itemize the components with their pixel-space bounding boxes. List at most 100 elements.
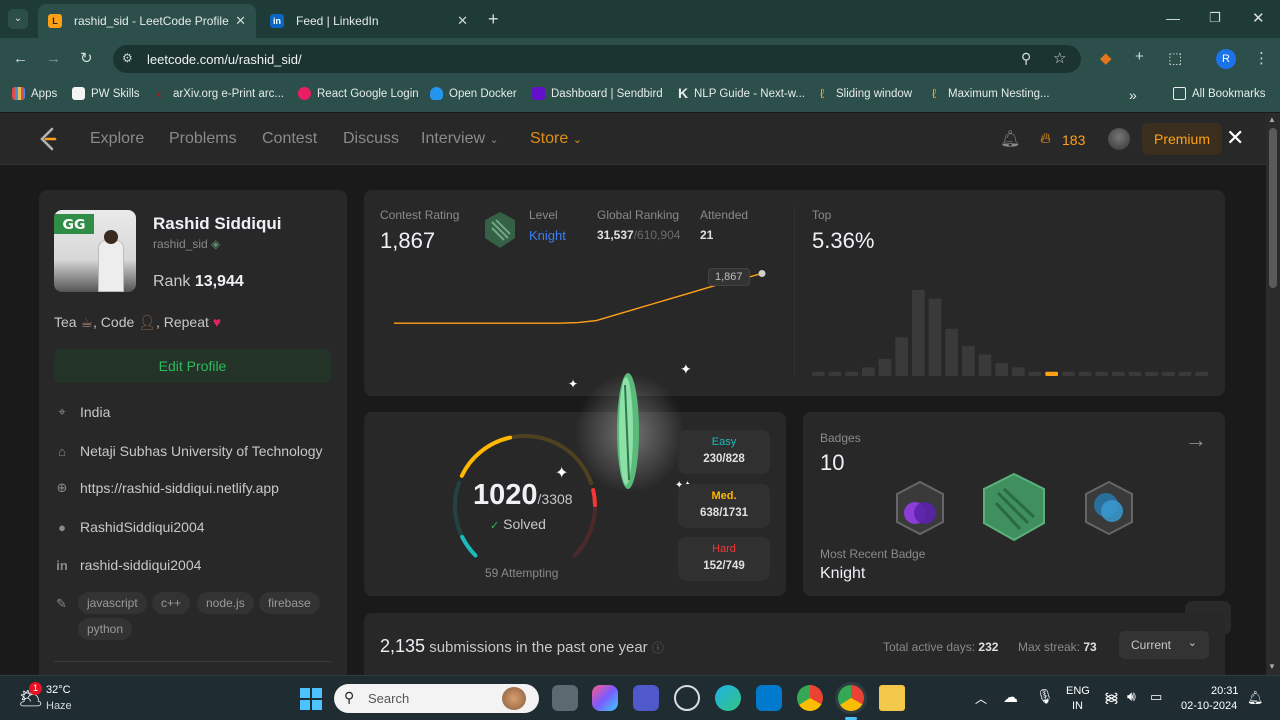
scroll-down-icon[interactable]: ▼ (1268, 662, 1276, 671)
close-tab-icon[interactable]: ✕ (457, 13, 468, 29)
profile-bio: Tea ☕, Code 👤︎, Repeat ♥ (54, 314, 222, 330)
reload-icon[interactable]: ↻ (80, 49, 93, 67)
weather-text[interactable]: Haze (46, 700, 72, 712)
histogram-bar (1112, 371, 1125, 376)
skill-chip[interactable]: c++ (152, 592, 191, 614)
scrollbar-thumb[interactable] (1269, 128, 1277, 288)
extensions-icon[interactable]: ⬚ (1168, 49, 1182, 67)
chrome-active-icon[interactable] (838, 685, 864, 711)
tab-linkedin[interactable]: in Feed | LinkedIn ✕ (260, 4, 478, 38)
bookmark-pw-skills[interactable]: PW Skills (72, 87, 140, 100)
weather-temp[interactable]: 32°C (46, 684, 71, 696)
clock-date[interactable]: 02-10-2024 (1181, 700, 1237, 712)
profile-avatar[interactable]: R (1216, 49, 1236, 69)
close-icon[interactable]: ✕ (1226, 125, 1244, 151)
bookmark-open-docker[interactable]: Open Docker (430, 87, 517, 100)
bookmark-star-icon[interactable]: ☆ (1053, 49, 1066, 67)
divider (794, 206, 795, 376)
onedrive-icon[interactable]: ☁ (1003, 688, 1018, 706)
github-row[interactable]: ● RashidSiddiqui2004 (54, 519, 204, 535)
teams-icon[interactable] (633, 685, 659, 711)
taskbar-search[interactable]: ⚲ Search (334, 684, 539, 713)
menu-icon[interactable]: ⋮ (1254, 49, 1269, 67)
histogram-bar (995, 363, 1008, 376)
react-login-icon (298, 87, 311, 100)
docker-icon (430, 87, 443, 100)
bookmark-maximum-nesting[interactable]: ℓ Maximum Nesting... (932, 87, 1050, 100)
language-indicator[interactable]: ENG (1066, 685, 1090, 697)
skill-chip[interactable]: javascript (78, 592, 147, 614)
bookmark-arxiv[interactable]: ‹ arXiv.org e-Print arc... (157, 87, 284, 100)
notification-bell-icon[interactable]: 🔔︎ (1247, 690, 1264, 706)
bell-icon[interactable]: 🔔︎ (1000, 129, 1020, 149)
streak-fire-icon[interactable]: 🔥︎ (1040, 130, 1051, 147)
skill-chip[interactable]: node.js (197, 592, 254, 614)
knight-badge-large-icon[interactable] (980, 471, 1048, 543)
maximize-icon[interactable]: ❐ (1209, 10, 1221, 26)
website-row[interactable]: ⊕ https://rashid-siddiqui.netlify.app (54, 480, 279, 496)
extension-plus-icon[interactable]: + (1135, 48, 1144, 65)
annual-badge-icon[interactable] (1082, 479, 1136, 537)
nav-explore[interactable]: Explore (90, 130, 144, 148)
user-avatar[interactable] (1108, 128, 1130, 150)
tray-overflow-icon[interactable]: ︿ (975, 690, 987, 707)
obs-icon[interactable] (674, 685, 700, 711)
wifi-icon[interactable]: ᯼ (1104, 688, 1119, 707)
search-highlight-icon (502, 687, 526, 710)
edge-icon[interactable] (715, 685, 741, 711)
skill-chip[interactable]: python (78, 618, 133, 640)
microphone-icon[interactable]: 🎙︎ (1036, 688, 1054, 705)
chrome-icon[interactable] (797, 685, 823, 711)
skill-chip[interactable]: firebase (259, 592, 320, 614)
linkedin-row[interactable]: in rashid-siddiqui2004 (54, 557, 201, 573)
bookmark-nlp-guide[interactable]: K NLP Guide - Next-w... (678, 86, 805, 100)
search-icon: ⚲ (344, 689, 355, 705)
bookmark-sendbird[interactable]: Dashboard | Sendbird (532, 87, 663, 100)
forward-icon[interactable]: → (46, 50, 61, 67)
nav-interview[interactable]: Interview ⌄ (421, 130, 499, 148)
nav-discuss[interactable]: Discuss (343, 130, 399, 148)
nav-problems[interactable]: Problems (169, 130, 237, 148)
all-bookmarks[interactable]: All Bookmarks (1173, 87, 1266, 100)
language-region[interactable]: IN (1072, 700, 1083, 712)
battery-icon[interactable]: ▭ (1150, 689, 1162, 705)
bookmark-react-google-login[interactable]: React Google Login (298, 87, 419, 100)
tab-title: Feed | LinkedIn (296, 14, 379, 28)
badge-tag-icon: ◈ (211, 237, 221, 251)
year-dropdown[interactable]: Current ⌄ (1119, 631, 1209, 659)
leetcode-logo-icon[interactable] (38, 127, 58, 151)
weather-badge: 1 (29, 682, 42, 695)
windows-start-icon[interactable] (299, 687, 323, 711)
copilot-icon[interactable] (592, 685, 618, 711)
info-icon[interactable]: ⓘ (652, 641, 664, 655)
close-tab-icon[interactable]: ✕ (235, 13, 246, 29)
bookmark-apps[interactable]: Apps (12, 87, 57, 100)
premium-button[interactable]: Premium (1142, 123, 1222, 155)
study-plan-badge-icon[interactable] (893, 479, 947, 537)
nav-store[interactable]: Store ⌄ (530, 130, 582, 148)
edit-profile-button[interactable]: Edit Profile (54, 349, 331, 383)
arrow-right-icon[interactable]: → (1185, 427, 1207, 453)
task-view-icon[interactable] (552, 685, 578, 711)
volume-icon[interactable]: 🔊︎ (1127, 688, 1136, 705)
scroll-up-icon[interactable]: ▲ (1268, 115, 1276, 124)
hard-box: Hard 152/749 (678, 537, 770, 581)
site-info-icon[interactable]: ⚙ (122, 51, 133, 65)
zoom-icon[interactable]: ⚲ (1021, 50, 1031, 67)
clock-time[interactable]: 20:31 (1211, 685, 1239, 697)
tab-leetcode[interactable]: L rashid_sid - LeetCode Profile ✕ (38, 4, 256, 38)
histogram-bar (1195, 371, 1208, 376)
address-bar[interactable]: ⚙ leetcode.com/u/rashid_sid/ ⚲ ☆ (113, 45, 1081, 73)
file-explorer-icon[interactable] (879, 685, 905, 711)
close-window-icon[interactable]: ✕ (1252, 9, 1265, 27)
rating-point[interactable] (758, 269, 766, 277)
new-tab-icon[interactable]: + (488, 9, 499, 30)
vscode-icon[interactable] (756, 685, 782, 711)
minimize-icon[interactable]: — (1166, 10, 1180, 26)
back-icon[interactable]: ← (13, 50, 28, 67)
bookmark-sliding-window[interactable]: ℓ Sliding window (820, 87, 912, 100)
tab-search-button[interactable]: ⌄ (8, 9, 28, 29)
metamask-extension-icon[interactable]: ◆ (1100, 49, 1112, 67)
nav-contest[interactable]: Contest (262, 130, 317, 148)
more-bookmarks-icon[interactable]: » (1129, 87, 1137, 103)
